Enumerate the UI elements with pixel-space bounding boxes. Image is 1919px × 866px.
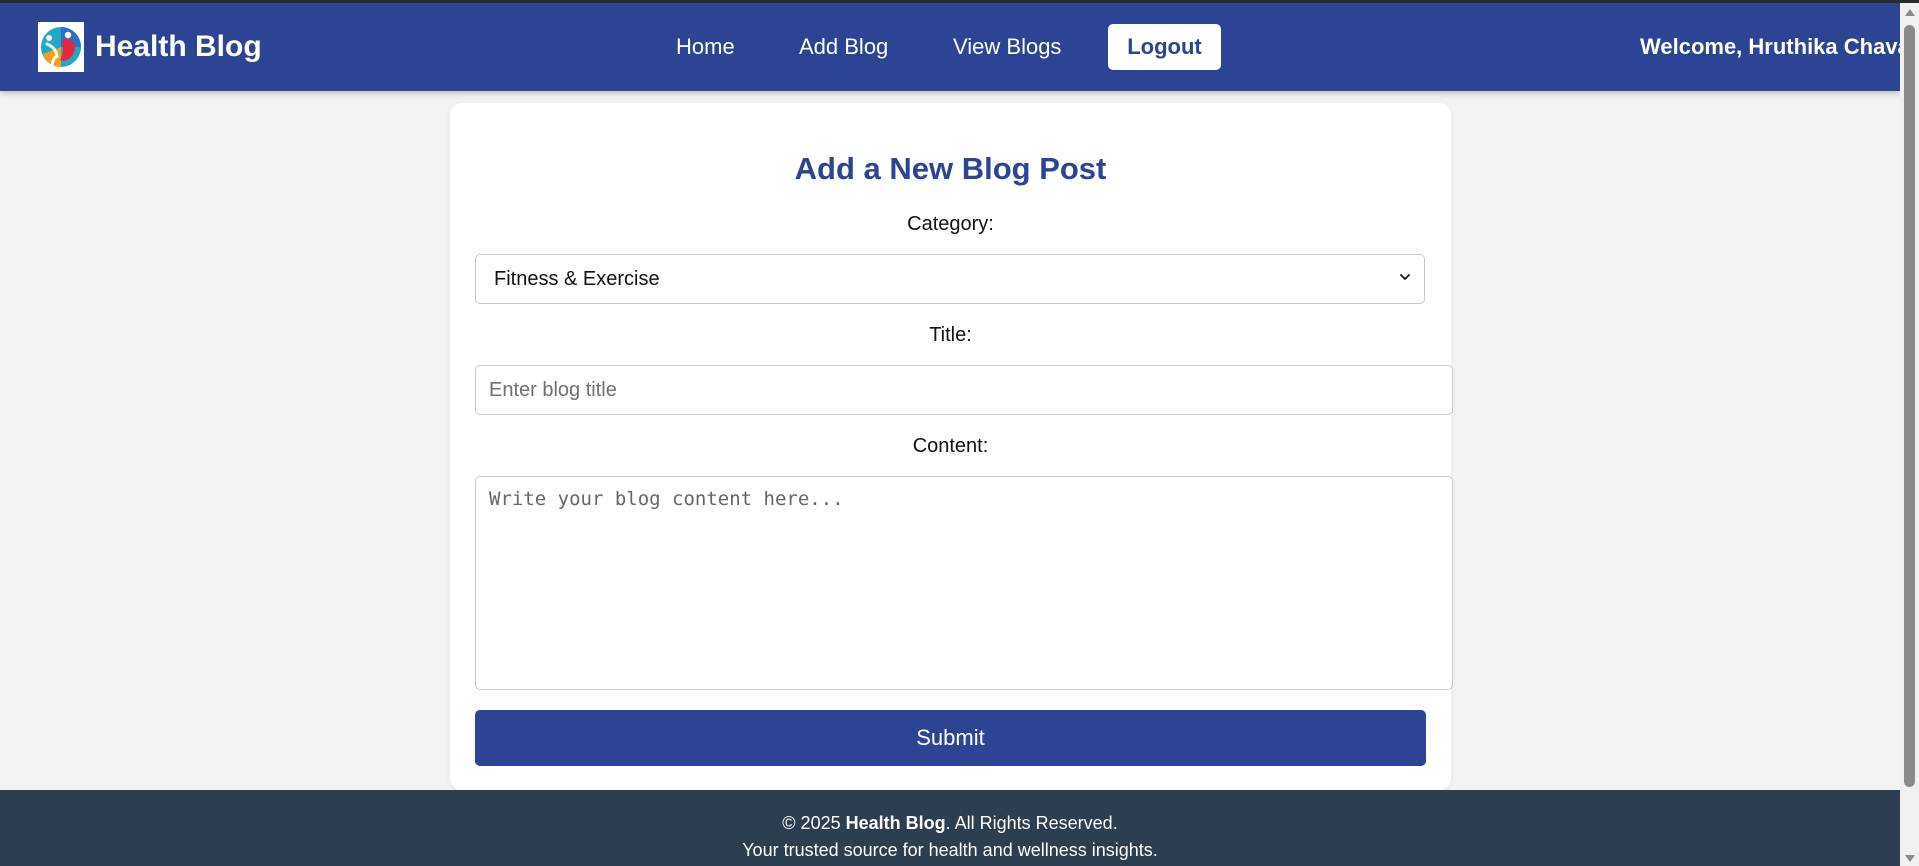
page-scrollbar[interactable] (1900, 3, 1919, 866)
category-label: Category: (907, 213, 994, 235)
nav-links: Home Add Blog View Blogs (0, 24, 1900, 70)
footer-copyright: © 2025 Health Blog. All Rights Reserved. (0, 813, 1900, 834)
submit-button[interactable]: Submit (475, 710, 1426, 766)
scroll-down-arrow-icon[interactable] (1905, 855, 1915, 862)
nav-add-blog-link[interactable]: Add Blog (799, 24, 888, 70)
form-title: Add a New Blog Post (794, 151, 1107, 186)
content-textarea[interactable] (475, 476, 1453, 690)
copyright-suffix: . All Rights Reserved. (945, 813, 1118, 833)
scrollbar-thumb[interactable] (1904, 25, 1915, 787)
chevron-down-icon (1400, 274, 1410, 280)
copyright-prefix: © 2025 (782, 813, 846, 833)
nav-home-link[interactable]: Home (676, 24, 735, 70)
navbar: Health Blog Home Add Blog View Blogs Log… (0, 3, 1900, 91)
copyright-brand: Health Blog (845, 813, 946, 833)
category-select[interactable]: Fitness & Exercise (475, 254, 1425, 304)
welcome-message: Welcome, Hruthika Chavan (1640, 34, 1900, 59)
add-blog-form-card: Add a New Blog Post Category: Fitness & … (450, 103, 1453, 790)
title-label: Title: (929, 324, 972, 346)
title-input[interactable] (475, 365, 1453, 415)
category-selected-value: Fitness & Exercise (494, 268, 660, 290)
content-label: Content: (912, 435, 989, 457)
footer-tagline: Your trusted source for health and welln… (742, 840, 1158, 860)
nav-view-blogs-link[interactable]: View Blogs (953, 24, 1061, 70)
scroll-up-arrow-icon[interactable] (1905, 9, 1915, 16)
footer: © 2025 Health Blog. All Rights Reserved.… (0, 790, 1900, 866)
logout-button[interactable]: Logout (1108, 24, 1221, 70)
